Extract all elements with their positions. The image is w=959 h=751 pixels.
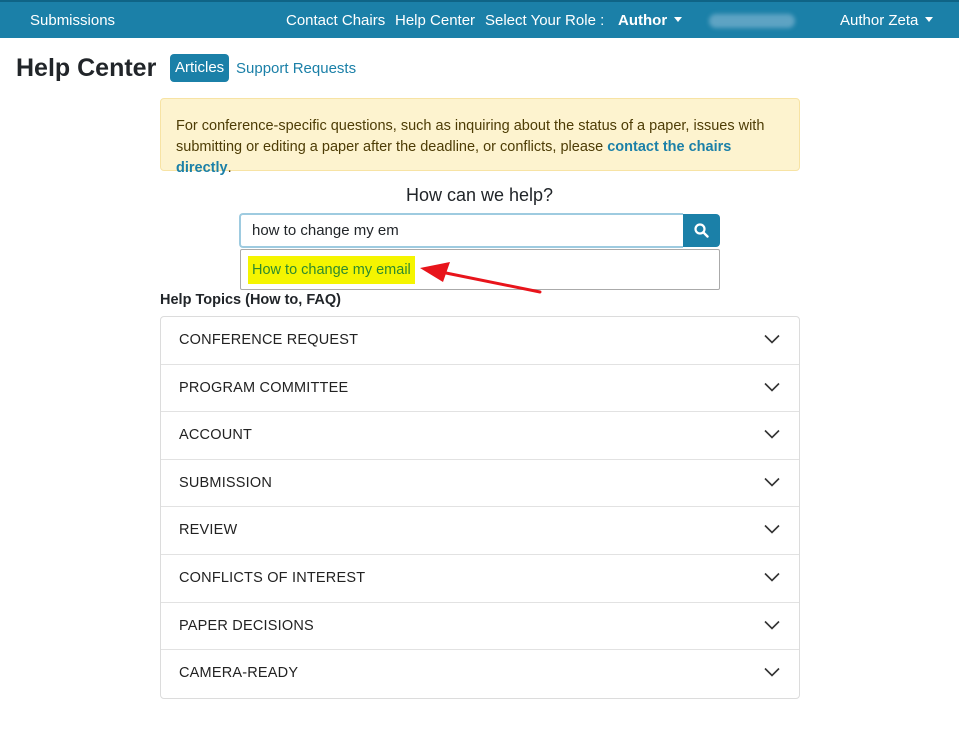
user-name: Author Zeta: [840, 12, 919, 29]
user-menu-dropdown[interactable]: Author Zeta: [840, 12, 934, 29]
alert-suffix: .: [227, 160, 232, 176]
topic-conference-request[interactable]: CONFERENCE REQUEST: [161, 317, 799, 365]
topic-label: PROGRAM COMMITTEE: [179, 379, 349, 396]
topic-label: CONFERENCE REQUEST: [179, 332, 359, 348]
topic-conflicts-of-interest[interactable]: CONFLICTS OF INTEREST: [161, 555, 799, 603]
top-navbar: Submissions Contact Chairs Help Center S…: [0, 0, 959, 38]
help-topics-accordion: CONFERENCE REQUEST PROGRAM COMMITTEE ACC…: [160, 316, 800, 699]
chevron-down-icon: [764, 572, 780, 582]
search-icon: [694, 223, 709, 238]
caret-down-icon: [674, 17, 683, 22]
tab-support-requests[interactable]: Support Requests: [236, 60, 356, 77]
topic-label: REVIEW: [179, 522, 238, 539]
page-title: Help Center: [16, 54, 157, 82]
nav-help-center-link[interactable]: Help Center: [395, 12, 475, 29]
select-role-label: Select Your Role :: [485, 12, 605, 29]
chevron-down-icon: [764, 525, 780, 535]
role-dropdown[interactable]: Author: [618, 12, 683, 29]
chevron-down-icon: [764, 477, 780, 487]
topic-label: ACCOUNT: [179, 427, 253, 444]
search-button[interactable]: [683, 214, 720, 247]
nav-submissions-link[interactable]: Submissions: [30, 12, 115, 29]
topic-camera-ready[interactable]: CAMERA-READY: [161, 650, 799, 698]
chevron-down-icon: [764, 334, 780, 344]
topic-label: SUBMISSION: [179, 474, 273, 491]
topic-label: CONFLICTS OF INTEREST: [179, 569, 366, 586]
nav-contact-chairs-link[interactable]: Contact Chairs: [286, 12, 385, 29]
chevron-down-icon: [764, 668, 780, 677]
topic-account[interactable]: ACCOUNT: [161, 412, 799, 460]
help-topics-heading: Help Topics (How to, FAQ): [160, 292, 341, 308]
topic-submission[interactable]: SUBMISSION: [161, 460, 799, 508]
topic-label: CAMERA-READY: [179, 665, 299, 682]
topic-paper-decisions[interactable]: PAPER DECISIONS: [161, 603, 799, 651]
search-heading: How can we help?: [405, 185, 554, 205]
blurred-user-email: [709, 14, 795, 28]
chevron-down-icon: [764, 620, 780, 630]
suggestion-item[interactable]: How to change my email: [248, 256, 415, 284]
caret-down-icon: [925, 17, 934, 22]
tab-articles[interactable]: Articles: [170, 54, 230, 82]
search-input[interactable]: [239, 213, 683, 248]
chevron-down-icon: [764, 430, 780, 439]
role-value: Author: [618, 12, 668, 29]
topic-program-committee[interactable]: PROGRAM COMMITTEE: [161, 365, 799, 413]
info-alert: For conference-specific questions, such …: [160, 98, 800, 176]
red-arrow-annotation: [420, 262, 542, 294]
chevron-down-icon: [764, 382, 780, 392]
topic-review[interactable]: REVIEW: [161, 507, 799, 555]
topic-label: PAPER DECISIONS: [179, 617, 314, 634]
